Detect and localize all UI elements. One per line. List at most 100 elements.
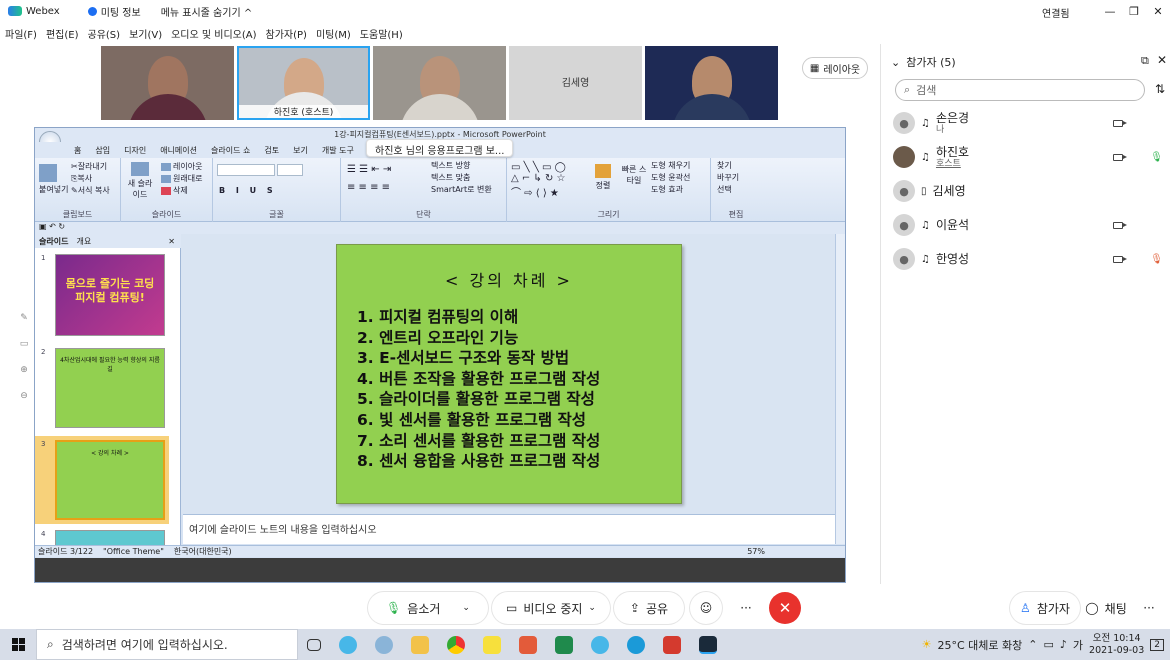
kakaotalk-icon[interactable] (483, 635, 501, 654)
chevron-down-icon[interactable]: ⌄ (462, 603, 470, 613)
save-icon[interactable]: ▣ (39, 222, 47, 231)
menu-toggle-button[interactable]: 메뉴 표시줄 숨기기 ^ (161, 4, 253, 19)
font-size-box[interactable] (277, 164, 303, 176)
menu-meeting[interactable]: 미팅(M) (316, 26, 351, 41)
video-tile-3[interactable] (373, 46, 506, 120)
text-direction-button[interactable]: 텍스트 방향 (431, 160, 470, 171)
font-format-buttons[interactable]: B I U S (219, 186, 277, 195)
find-button[interactable]: 찾기 (717, 160, 732, 171)
current-slide[interactable]: < 강의 차례 > 1. 피지컬 컴퓨팅의 이해 2. 엔트리 오프라인 기능 … (336, 244, 682, 504)
menu-edit[interactable]: 편집(E) (46, 26, 79, 41)
tab-outline[interactable]: 개요 (76, 236, 91, 247)
chevron-down-icon[interactable]: ⌄ (588, 603, 596, 613)
chevron-down-icon[interactable]: ⌄ (891, 56, 900, 69)
tab-slideshow[interactable]: 슬라이드 쇼 (211, 145, 250, 156)
menu-share[interactable]: 공유(S) (88, 26, 121, 41)
participant-row[interactable]: ♫ 하진호 호스트 🎙 (893, 142, 1163, 172)
slide-vertical-scrollbar[interactable] (835, 234, 845, 544)
font-name-box[interactable] (217, 164, 275, 176)
app-icon[interactable] (339, 635, 357, 654)
redo-icon[interactable]: ↻ (58, 222, 65, 231)
text-align-button[interactable]: 텍스트 맞춤 (431, 172, 470, 183)
align-icon[interactable]: ≡ ≡ ≡ ≡ (347, 182, 390, 193)
slide-layout-button[interactable]: 레이아웃 (161, 161, 202, 172)
webex-taskbar-icon[interactable] (699, 635, 717, 654)
format-painter-button[interactable]: ✎서식 복사 (71, 185, 110, 196)
zoom-level[interactable]: 57% (747, 547, 765, 556)
menu-view[interactable]: 보기(V) (129, 26, 162, 41)
pen-icon[interactable]: ✎ (16, 305, 32, 331)
participant-search-input[interactable]: ⌕ 검색 (895, 79, 1145, 101)
edge-icon[interactable] (627, 635, 645, 654)
menu-audio-video[interactable]: 오디오 및 비디오(A) (171, 26, 256, 41)
folder-icon[interactable] (411, 635, 429, 654)
copy-button[interactable]: ⎘복사 (71, 173, 92, 184)
ime-indicator[interactable]: 가 (1073, 637, 1083, 653)
tray-chevron-icon[interactable]: ⌃ (1028, 638, 1037, 651)
paste-button[interactable]: 붙여넣기 (39, 164, 68, 195)
new-slide-button[interactable]: 새 슬라이드 (125, 162, 155, 200)
notification-badge[interactable]: 2 (1150, 638, 1164, 651)
tab-home[interactable]: 홈 (74, 145, 81, 156)
end-meeting-button[interactable]: ✕ (769, 592, 801, 624)
slide-thumb-2[interactable]: 4차산업시대에 필요한 능력 향상의 지름길 (55, 348, 165, 428)
minimize-button[interactable]: — (1098, 5, 1122, 18)
eraser-icon[interactable]: ▭ (16, 331, 32, 357)
smartart-button[interactable]: SmartArt로 변환 (431, 184, 492, 195)
app-icon[interactable] (591, 635, 609, 654)
tab-insert[interactable]: 삽입 (95, 145, 110, 156)
taskbar-search-input[interactable]: ⌕ 검색하려면 여기에 입력하십시오. (36, 629, 298, 660)
network-icon[interactable]: ▭ (1043, 638, 1053, 651)
tab-developer[interactable]: 개발 도구 (322, 145, 354, 156)
shape-fill-button[interactable]: 도형 채우기 (651, 160, 690, 171)
close-button[interactable]: ✕ (1146, 5, 1170, 18)
participants-toggle-button[interactable]: ♙ 참가자 (1010, 592, 1080, 624)
panel-close-icon[interactable]: ✕ (168, 237, 175, 246)
participant-row[interactable]: ● ♫ 이윤석 (893, 210, 1163, 240)
share-button[interactable]: ⇪ 공유 (614, 592, 684, 624)
tab-review[interactable]: 검토 (264, 145, 279, 156)
popout-icon[interactable]: ⧉ (1141, 54, 1149, 68)
volume-icon[interactable]: ♪ (1060, 638, 1067, 651)
select-button[interactable]: 선택 (717, 184, 732, 195)
cut-button[interactable]: ✂잘라내기 (71, 161, 107, 172)
app-icon[interactable] (663, 635, 681, 654)
slide-notes-field[interactable]: 여기에 슬라이드 노트의 내용을 입력하십시오 (183, 514, 835, 544)
more-options-button[interactable]: ··· (730, 592, 762, 624)
tab-slides[interactable]: 슬라이드 (39, 236, 68, 247)
mute-button[interactable]: 🎙 음소거 ⌄ (368, 592, 488, 624)
participant-row[interactable]: ● ▯ 김세영 (893, 176, 1163, 206)
chrome-icon[interactable] (447, 635, 465, 654)
list-icon[interactable]: ☰ ☰ ⇤ ⇥ (347, 164, 391, 175)
slide-thumb-1[interactable]: 몸으로 즐기는 코딩 피지컬 컴퓨팅! (55, 254, 165, 336)
quick-styles-button[interactable]: 빠른 스타일 (621, 164, 647, 186)
sort-icon[interactable]: ⇅ (1155, 82, 1165, 96)
video-tile-host[interactable]: 하진호 (호스트) (237, 46, 370, 120)
shape-effects-button[interactable]: 도형 효과 (651, 184, 683, 195)
tab-view[interactable]: 보기 (293, 145, 308, 156)
menu-participants[interactable]: 참가자(P) (266, 26, 307, 41)
slide-thumb-4[interactable] (55, 530, 165, 546)
video-tile-5[interactable] (645, 46, 778, 120)
reset-button[interactable]: 원래대로 (161, 173, 202, 184)
close-panel-icon[interactable]: ✕ (1157, 53, 1167, 67)
app-icon[interactable] (519, 635, 537, 654)
app-icon[interactable] (375, 635, 393, 654)
tab-design[interactable]: 디자인 (124, 145, 146, 156)
video-tile-1[interactable] (101, 46, 234, 120)
replace-button[interactable]: 바꾸기 (717, 172, 739, 183)
stop-video-button[interactable]: ▭ 비디오 중지 ⌄ (492, 592, 610, 624)
start-button[interactable] (0, 629, 36, 660)
more-right-button[interactable]: ··· (1134, 592, 1164, 624)
excel-icon[interactable] (555, 635, 573, 654)
menu-help[interactable]: 도움말(H) (360, 26, 403, 41)
participant-row[interactable]: ● ♫ 손은경 나 (893, 108, 1163, 138)
tab-animation[interactable]: 애니메이션 (160, 145, 197, 156)
task-view-icon[interactable] (307, 638, 321, 651)
delete-button[interactable]: 삭제 (161, 185, 188, 196)
zoom-in-icon[interactable]: ⊕ (16, 357, 32, 383)
meeting-info-button[interactable]: 미팅 정보 (87, 4, 141, 19)
video-tile-4[interactable]: 김세영 (509, 46, 642, 120)
undo-icon[interactable]: ↶ (49, 222, 56, 231)
shapes-gallery-icon[interactable]: ▭ ╲ ╲ ▭ ◯ △ ⌐ ↳ ↻ ☆ ⌒ ⇨ ⟨ ⟩ ★ (511, 162, 566, 199)
